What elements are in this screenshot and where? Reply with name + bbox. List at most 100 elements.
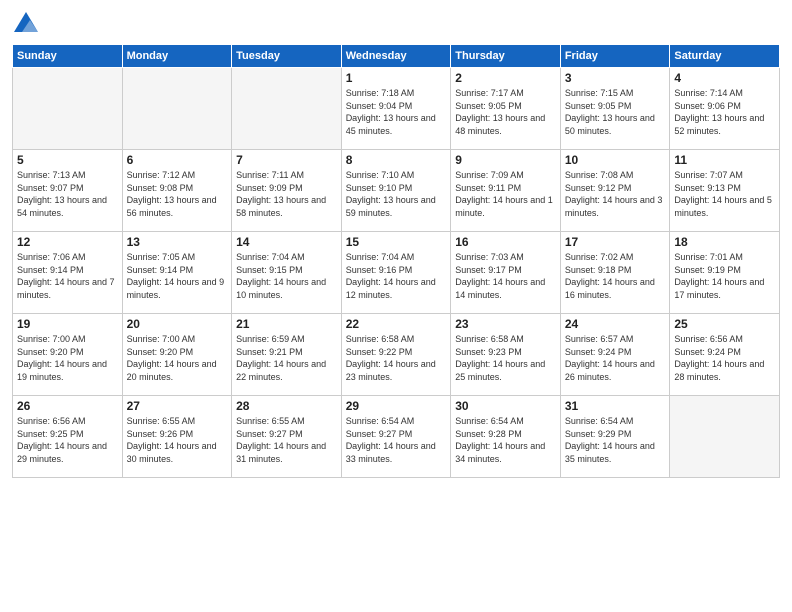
calendar-cell: 7 Sunrise: 7:11 AM Sunset: 9:09 PM Daylig…	[232, 150, 342, 232]
calendar-cell: 14 Sunrise: 7:04 AM Sunset: 9:15 PM Dayli…	[232, 232, 342, 314]
day-number: 16	[455, 235, 556, 249]
weekday-header: Tuesday	[232, 45, 342, 68]
day-number: 19	[17, 317, 118, 331]
day-number: 8	[346, 153, 447, 167]
calendar-table: SundayMondayTuesdayWednesdayThursdayFrid…	[12, 44, 780, 478]
header	[12, 10, 780, 38]
day-number: 17	[565, 235, 666, 249]
calendar-cell: 16Sunrise: 7:03 AM Sunset: 9:17 PM Dayli…	[451, 232, 561, 314]
weekday-header: Wednesday	[341, 45, 451, 68]
day-info: Sunrise: 7:00 AM Sunset: 9:20 PM Dayligh…	[127, 333, 228, 383]
day-info: Sunrise: 7:08 AM Sunset: 9:12 PM Dayligh…	[565, 169, 666, 219]
day-info: Sunrise: 7:04 AM Sunset: 9:16 PM Dayligh…	[346, 251, 447, 301]
calendar-cell: 31 Sunrise: 6:54 AM Sunset: 9:29 PM Dayli…	[560, 396, 670, 478]
calendar-cell: 10Sunrise: 7:08 AM Sunset: 9:12 PM Dayli…	[560, 150, 670, 232]
day-number: 25	[674, 317, 775, 331]
day-info: Sunrise: 7:11 AM Sunset: 9:09 PM Dayligh…	[236, 169, 337, 219]
calendar-cell: 5Sunrise: 7:13 AM Sunset: 9:07 PM Daylig…	[13, 150, 123, 232]
day-info: Sunrise: 7:10 AM Sunset: 9:10 PM Dayligh…	[346, 169, 447, 219]
calendar-cell: 12 Sunrise: 7:06 AM Sunset: 9:14 PM Dayli…	[13, 232, 123, 314]
day-number: 18	[674, 235, 775, 249]
day-info: Sunrise: 7:02 AM Sunset: 9:18 PM Dayligh…	[565, 251, 666, 301]
calendar-week-row: 1Sunrise: 7:18 AM Sunset: 9:04 PM Daylig…	[13, 68, 780, 150]
day-number: 20	[127, 317, 228, 331]
calendar-cell: 25 Sunrise: 6:56 AM Sunset: 9:24 PM Dayli…	[670, 314, 780, 396]
day-number: 4	[674, 71, 775, 85]
day-info: Sunrise: 7:15 AM Sunset: 9:05 PM Dayligh…	[565, 87, 666, 137]
day-number: 14	[236, 235, 337, 249]
calendar-cell	[670, 396, 780, 478]
day-info: Sunrise: 7:06 AM Sunset: 9:14 PM Dayligh…	[17, 251, 118, 301]
day-number: 22	[346, 317, 447, 331]
day-number: 11	[674, 153, 775, 167]
day-number: 27	[127, 399, 228, 413]
calendar-cell: 29Sunrise: 6:54 AM Sunset: 9:27 PM Dayli…	[341, 396, 451, 478]
day-number: 21	[236, 317, 337, 331]
logo	[12, 10, 44, 38]
day-number: 7	[236, 153, 337, 167]
day-info: Sunrise: 6:54 AM Sunset: 9:29 PM Dayligh…	[565, 415, 666, 465]
day-number: 12	[17, 235, 118, 249]
day-number: 28	[236, 399, 337, 413]
calendar-cell: 1Sunrise: 7:18 AM Sunset: 9:04 PM Daylig…	[341, 68, 451, 150]
calendar-cell	[232, 68, 342, 150]
calendar-cell	[122, 68, 232, 150]
day-number: 1	[346, 71, 447, 85]
calendar-cell: 30 Sunrise: 6:54 AM Sunset: 9:28 PM Dayli…	[451, 396, 561, 478]
calendar-cell: 20 Sunrise: 7:00 AM Sunset: 9:20 PM Dayli…	[122, 314, 232, 396]
calendar-week-row: 5Sunrise: 7:13 AM Sunset: 9:07 PM Daylig…	[13, 150, 780, 232]
day-info: Sunrise: 6:54 AM Sunset: 9:28 PM Dayligh…	[455, 415, 556, 465]
day-info: Sunrise: 6:58 AM Sunset: 9:23 PM Dayligh…	[455, 333, 556, 383]
day-info: Sunrise: 6:54 AM Sunset: 9:27 PM Dayligh…	[346, 415, 447, 465]
calendar-cell: 21 Sunrise: 6:59 AM Sunset: 9:21 PM Dayli…	[232, 314, 342, 396]
day-number: 15	[346, 235, 447, 249]
weekday-header: Monday	[122, 45, 232, 68]
day-number: 24	[565, 317, 666, 331]
day-info: Sunrise: 7:14 AM Sunset: 9:06 PM Dayligh…	[674, 87, 775, 137]
calendar-cell: 6Sunrise: 7:12 AM Sunset: 9:08 PM Daylig…	[122, 150, 232, 232]
day-number: 3	[565, 71, 666, 85]
day-info: Sunrise: 7:05 AM Sunset: 9:14 PM Dayligh…	[127, 251, 228, 301]
day-number: 9	[455, 153, 556, 167]
calendar-cell: 11 Sunrise: 7:07 AM Sunset: 9:13 PM Dayli…	[670, 150, 780, 232]
calendar-cell: 17 Sunrise: 7:02 AM Sunset: 9:18 PM Dayli…	[560, 232, 670, 314]
calendar-week-row: 12 Sunrise: 7:06 AM Sunset: 9:14 PM Dayli…	[13, 232, 780, 314]
calendar-cell: 9 Sunrise: 7:09 AM Sunset: 9:11 PM Daylig…	[451, 150, 561, 232]
calendar-cell: 23 Sunrise: 6:58 AM Sunset: 9:23 PM Dayli…	[451, 314, 561, 396]
weekday-header: Thursday	[451, 45, 561, 68]
day-number: 30	[455, 399, 556, 413]
weekday-header-row: SundayMondayTuesdayWednesdayThursdayFrid…	[13, 45, 780, 68]
calendar-cell	[13, 68, 123, 150]
weekday-header: Sunday	[13, 45, 123, 68]
day-number: 13	[127, 235, 228, 249]
day-number: 6	[127, 153, 228, 167]
day-info: Sunrise: 7:04 AM Sunset: 9:15 PM Dayligh…	[236, 251, 337, 301]
calendar-cell: 27Sunrise: 6:55 AM Sunset: 9:26 PM Dayli…	[122, 396, 232, 478]
day-info: Sunrise: 6:59 AM Sunset: 9:21 PM Dayligh…	[236, 333, 337, 383]
day-number: 31	[565, 399, 666, 413]
calendar-cell: 2 Sunrise: 7:17 AM Sunset: 9:05 PM Daylig…	[451, 68, 561, 150]
calendar-cell: 4 Sunrise: 7:14 AM Sunset: 9:06 PM Daylig…	[670, 68, 780, 150]
day-info: Sunrise: 7:01 AM Sunset: 9:19 PM Dayligh…	[674, 251, 775, 301]
day-info: Sunrise: 6:57 AM Sunset: 9:24 PM Dayligh…	[565, 333, 666, 383]
day-info: Sunrise: 6:56 AM Sunset: 9:24 PM Dayligh…	[674, 333, 775, 383]
calendar-cell: 15 Sunrise: 7:04 AM Sunset: 9:16 PM Dayli…	[341, 232, 451, 314]
day-info: Sunrise: 7:07 AM Sunset: 9:13 PM Dayligh…	[674, 169, 775, 219]
weekday-header: Friday	[560, 45, 670, 68]
calendar-cell: 3 Sunrise: 7:15 AM Sunset: 9:05 PM Daylig…	[560, 68, 670, 150]
calendar-week-row: 26Sunrise: 6:56 AM Sunset: 9:25 PM Dayli…	[13, 396, 780, 478]
calendar-cell: 22 Sunrise: 6:58 AM Sunset: 9:22 PM Dayli…	[341, 314, 451, 396]
page-container: SundayMondayTuesdayWednesdayThursdayFrid…	[0, 0, 792, 612]
calendar-cell: 8 Sunrise: 7:10 AM Sunset: 9:10 PM Daylig…	[341, 150, 451, 232]
calendar-cell: 19Sunrise: 7:00 AM Sunset: 9:20 PM Dayli…	[13, 314, 123, 396]
calendar-cell: 18 Sunrise: 7:01 AM Sunset: 9:19 PM Dayli…	[670, 232, 780, 314]
day-info: Sunrise: 6:58 AM Sunset: 9:22 PM Dayligh…	[346, 333, 447, 383]
calendar-cell: 24 Sunrise: 6:57 AM Sunset: 9:24 PM Dayli…	[560, 314, 670, 396]
day-number: 5	[17, 153, 118, 167]
day-number: 26	[17, 399, 118, 413]
day-number: 23	[455, 317, 556, 331]
day-number: 2	[455, 71, 556, 85]
day-info: Sunrise: 7:17 AM Sunset: 9:05 PM Dayligh…	[455, 87, 556, 137]
calendar-week-row: 19 Sunrise: 7:00 AM Sunset: 9:20 PM Dayli…	[13, 314, 780, 396]
day-info: Sunrise: 7:09 AM Sunset: 9:11 PM Dayligh…	[455, 169, 556, 219]
